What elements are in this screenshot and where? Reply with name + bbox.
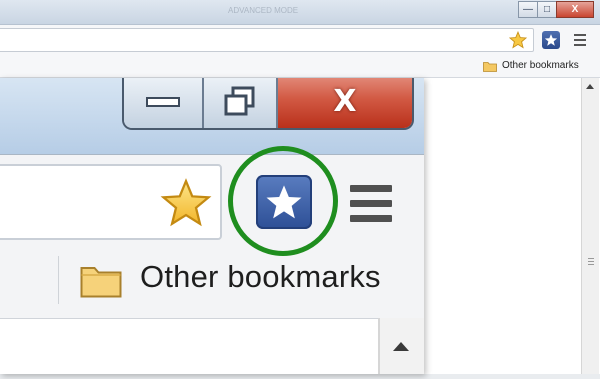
- star-icon[interactable]: [160, 178, 212, 228]
- scroll-up-arrow-icon[interactable]: [393, 342, 409, 351]
- zoomed-window-controls: X: [122, 78, 414, 130]
- window-controls: — □ X: [518, 1, 594, 19]
- bottom-edge: [0, 374, 600, 379]
- zoomed-maximize-button[interactable]: [204, 78, 278, 128]
- close-icon: X: [333, 83, 357, 119]
- zoomed-page-content: [0, 318, 424, 374]
- folder-icon: [80, 267, 122, 298]
- close-icon: X: [571, 4, 579, 15]
- menu-icon[interactable]: [350, 185, 392, 225]
- bookmarks-divider: [58, 256, 59, 304]
- minimize-button[interactable]: —: [518, 1, 538, 18]
- zoomed-callout: X Other bookmarks: [0, 78, 424, 374]
- folder-icon: [483, 62, 497, 72]
- maximize-button[interactable]: □: [537, 1, 557, 18]
- extension-star-icon: [544, 34, 558, 46]
- scroll-up-arrow-icon[interactable]: [586, 84, 594, 89]
- other-bookmarks-link[interactable]: Other bookmarks: [502, 60, 579, 71]
- title-bar: ADVANCED MODE — □ X: [0, 0, 600, 25]
- zoomed-minimize-button[interactable]: [124, 78, 204, 128]
- other-bookmarks-link[interactable]: Other bookmarks: [140, 259, 381, 295]
- vertical-scrollbar[interactable]: [581, 78, 599, 374]
- minimize-icon: —: [523, 4, 533, 15]
- minimize-icon: [146, 97, 180, 107]
- maximize-icon: □: [543, 4, 551, 15]
- close-button[interactable]: X: [556, 1, 594, 18]
- maximize-icon: [224, 86, 255, 116]
- zoomed-close-button[interactable]: X: [278, 78, 412, 128]
- tab-title-ghost: ADVANCED MODE: [228, 6, 299, 15]
- zoomed-title-bar: X: [0, 78, 424, 154]
- address-bar[interactable]: [0, 28, 534, 52]
- menu-icon[interactable]: [574, 34, 586, 46]
- scroll-grip[interactable]: [588, 258, 594, 267]
- star-icon[interactable]: [509, 31, 527, 49]
- zoomed-scrollbar[interactable]: [378, 318, 424, 374]
- highlight-circle: [228, 146, 338, 256]
- extension-star-button[interactable]: [542, 31, 560, 49]
